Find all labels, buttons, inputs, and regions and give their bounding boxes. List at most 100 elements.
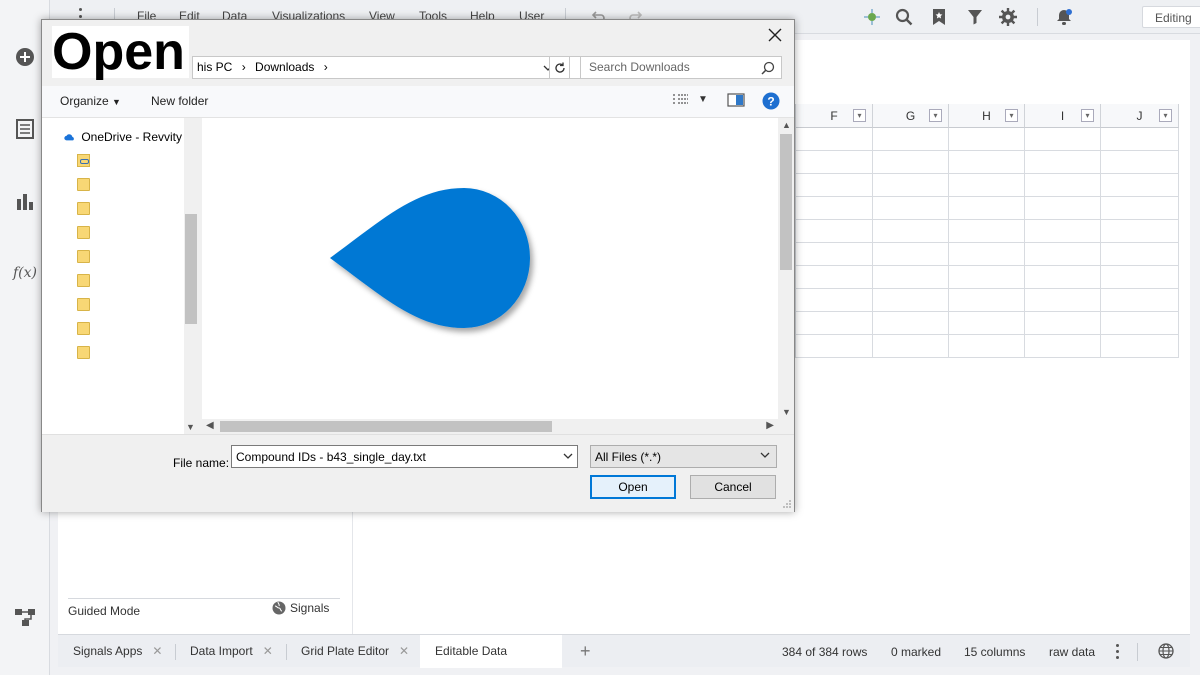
filter-icon[interactable]	[965, 7, 985, 27]
signals-link[interactable]: Signals	[272, 601, 329, 615]
table-cell[interactable]	[1025, 289, 1101, 312]
column-header-i[interactable]: I ▾	[1025, 104, 1101, 128]
gear-icon[interactable]	[998, 7, 1018, 27]
table-cell[interactable]	[796, 289, 873, 312]
column-filter-button[interactable]: ▾	[1081, 109, 1094, 122]
column-filter-button[interactable]: ▾	[1159, 109, 1172, 122]
table-cell[interactable]	[873, 197, 949, 220]
close-icon[interactable]: ✕	[399, 644, 409, 658]
ai-assistant-icon[interactable]	[862, 7, 882, 27]
view-options-icon[interactable]	[672, 93, 690, 109]
chevron-down-icon[interactable]: ▼	[782, 407, 791, 417]
column-header-g[interactable]: G ▾	[873, 104, 949, 128]
file-name-history-dropdown[interactable]	[562, 450, 574, 465]
preview-pane-icon[interactable]	[727, 93, 745, 109]
table-cell[interactable]	[949, 128, 1025, 151]
table-cell[interactable]	[1101, 243, 1179, 266]
cancel-button[interactable]: Cancel	[690, 475, 776, 499]
chevron-down-icon[interactable]: ▼	[186, 422, 195, 432]
more-icon[interactable]	[1116, 644, 1119, 659]
column-header-h[interactable]: H ▾	[949, 104, 1025, 128]
function-icon[interactable]: f(x)	[12, 262, 38, 284]
table-cell[interactable]	[796, 174, 873, 197]
add-icon[interactable]	[14, 46, 36, 68]
table-cell[interactable]	[1025, 243, 1101, 266]
table-cell[interactable]	[1101, 266, 1179, 289]
tab-editable-data-grid[interactable]: Editable Data Grid✕	[420, 635, 562, 668]
folder-icon[interactable]	[77, 346, 90, 359]
folder-icon[interactable]	[77, 298, 90, 311]
flow-icon[interactable]	[14, 606, 36, 628]
add-tab-button[interactable]: +	[580, 635, 591, 668]
table-cell[interactable]	[796, 335, 873, 358]
table-cell[interactable]	[1101, 312, 1179, 335]
search-icon[interactable]	[894, 7, 914, 27]
globe-icon[interactable]	[1158, 643, 1174, 659]
table-cell[interactable]	[1101, 151, 1179, 174]
table-cell[interactable]	[873, 266, 949, 289]
horizontal-scrollbar-thumb[interactable]	[220, 421, 552, 432]
table-cell[interactable]	[873, 289, 949, 312]
close-icon[interactable]: ✕	[263, 644, 273, 658]
file-type-select[interactable]: All Files (*.*)	[590, 445, 777, 468]
table-cell[interactable]	[949, 243, 1025, 266]
refresh-icon[interactable]	[549, 56, 570, 79]
tab-grid-plate-editor[interactable]: Grid Plate Editor ✕	[301, 635, 409, 668]
table-cell[interactable]	[1101, 220, 1179, 243]
table-cell[interactable]	[1101, 197, 1179, 220]
bar-chart-icon[interactable]	[14, 190, 36, 212]
table-cell[interactable]	[873, 151, 949, 174]
breadcrumb-this-pc[interactable]: his PC	[197, 60, 232, 74]
table-cell[interactable]	[873, 220, 949, 243]
table-cell[interactable]	[949, 174, 1025, 197]
folder-icon[interactable]	[77, 322, 90, 335]
preview-vertical-scrollbar[interactable]: ▲ ▼	[778, 118, 794, 419]
table-cell[interactable]	[1025, 197, 1101, 220]
close-icon[interactable]: ✕	[152, 644, 162, 658]
column-filter-button[interactable]: ▾	[853, 109, 866, 122]
chevron-right-icon[interactable]: ▶	[766, 420, 774, 431]
table-cell[interactable]	[1025, 151, 1101, 174]
column-filter-button[interactable]: ▾	[929, 109, 942, 122]
resize-grip-icon[interactable]	[782, 499, 792, 509]
table-cell[interactable]	[1025, 128, 1101, 151]
view-options-dropdown[interactable]: ▼	[698, 94, 708, 105]
folder-icon[interactable]	[77, 250, 90, 263]
vertical-scrollbar-thumb[interactable]	[780, 134, 792, 270]
table-cell[interactable]	[796, 220, 873, 243]
nav-item-onedrive[interactable]: OneDrive - Revvity	[64, 130, 182, 144]
table-cell[interactable]	[796, 243, 873, 266]
column-filter-button[interactable]: ▾	[1005, 109, 1018, 122]
tab-signals-apps[interactable]: Signals Apps ✕	[73, 635, 162, 668]
folder-shortcut-icon[interactable]	[77, 154, 90, 167]
table-cell[interactable]	[873, 335, 949, 358]
table-cell[interactable]	[949, 266, 1025, 289]
breadcrumb-downloads[interactable]: Downloads	[255, 60, 314, 74]
table-cell[interactable]	[796, 151, 873, 174]
table-cell[interactable]	[1101, 289, 1179, 312]
folder-icon[interactable]	[77, 178, 90, 191]
column-header-f[interactable]: F ▾	[796, 104, 873, 128]
table-cell[interactable]	[796, 266, 873, 289]
table-cell[interactable]	[796, 128, 873, 151]
folder-icon[interactable]	[77, 226, 90, 239]
search-input[interactable]: Search Downloads	[580, 56, 782, 79]
table-cell[interactable]	[796, 197, 873, 220]
table-cell[interactable]	[1101, 174, 1179, 197]
table-cell[interactable]	[1025, 335, 1101, 358]
table-cell[interactable]	[873, 128, 949, 151]
table-cell[interactable]	[949, 151, 1025, 174]
file-name-input[interactable]	[231, 445, 578, 468]
table-cell[interactable]	[1101, 335, 1179, 358]
breadcrumb-separator[interactable]: ›	[242, 60, 246, 74]
bookmark-icon[interactable]	[929, 7, 949, 27]
table-cell[interactable]	[949, 312, 1025, 335]
mode-selector[interactable]: Editing	[1142, 6, 1200, 28]
nav-scrollbar-thumb[interactable]	[185, 214, 197, 324]
breadcrumb-separator[interactable]: ›	[324, 60, 328, 74]
close-icon[interactable]	[764, 24, 786, 46]
nav-scrollbar[interactable]: ▼	[184, 118, 198, 434]
preview-horizontal-scrollbar[interactable]: ◀ ▶	[202, 419, 778, 434]
help-icon[interactable]: ?	[762, 92, 780, 110]
table-cell[interactable]	[949, 289, 1025, 312]
